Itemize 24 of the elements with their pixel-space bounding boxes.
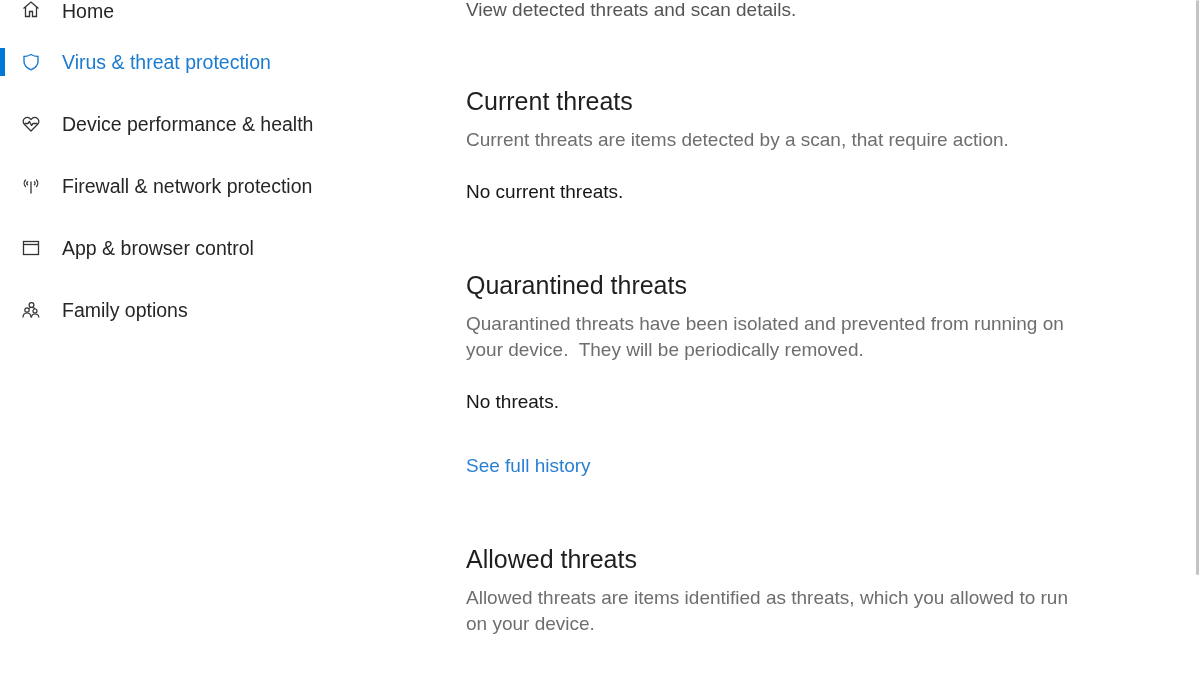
section-description: Current threats are items detected by a scan, that require action. — [466, 128, 1010, 152]
sidebar-item[interactable]: Home — [0, 0, 350, 31]
status-text: No threats. — [466, 390, 559, 414]
section-heading: Allowed threats — [466, 544, 637, 574]
sidebar-item[interactable]: App & browser control — [0, 217, 350, 279]
sidebar-item[interactable]: Virus & threat protection — [0, 31, 350, 93]
status-text: No current threats. — [466, 180, 624, 204]
window-icon — [22, 239, 40, 257]
history-link[interactable]: See full history — [466, 454, 591, 478]
section-description: Quarantined threats have been isolated and prevented from running on your device. They will be periodically removed. — [466, 312, 1065, 362]
house-icon — [22, 0, 40, 18]
people-group-icon — [22, 301, 40, 319]
intro-text: View detected threats and scan details. — [466, 0, 797, 20]
sidebar-item[interactable]: Firewall & network protection — [0, 155, 350, 217]
shield-icon — [22, 53, 40, 71]
heart-pulse-icon — [22, 115, 40, 133]
antenna-signal-icon — [22, 177, 40, 195]
selected-indicator — [0, 48, 5, 76]
scrollbar-thumb[interactable] — [1196, 0, 1199, 575]
section-heading: Current threats — [466, 86, 633, 116]
sidebar-item[interactable]: Device performance & health — [0, 93, 350, 155]
section-heading: Quarantined threats — [466, 270, 687, 300]
sidebar-item[interactable]: Family options — [0, 279, 350, 341]
section-description: Allowed threats are items identified as threats, which you allowed to run on your device. — [466, 586, 1069, 636]
